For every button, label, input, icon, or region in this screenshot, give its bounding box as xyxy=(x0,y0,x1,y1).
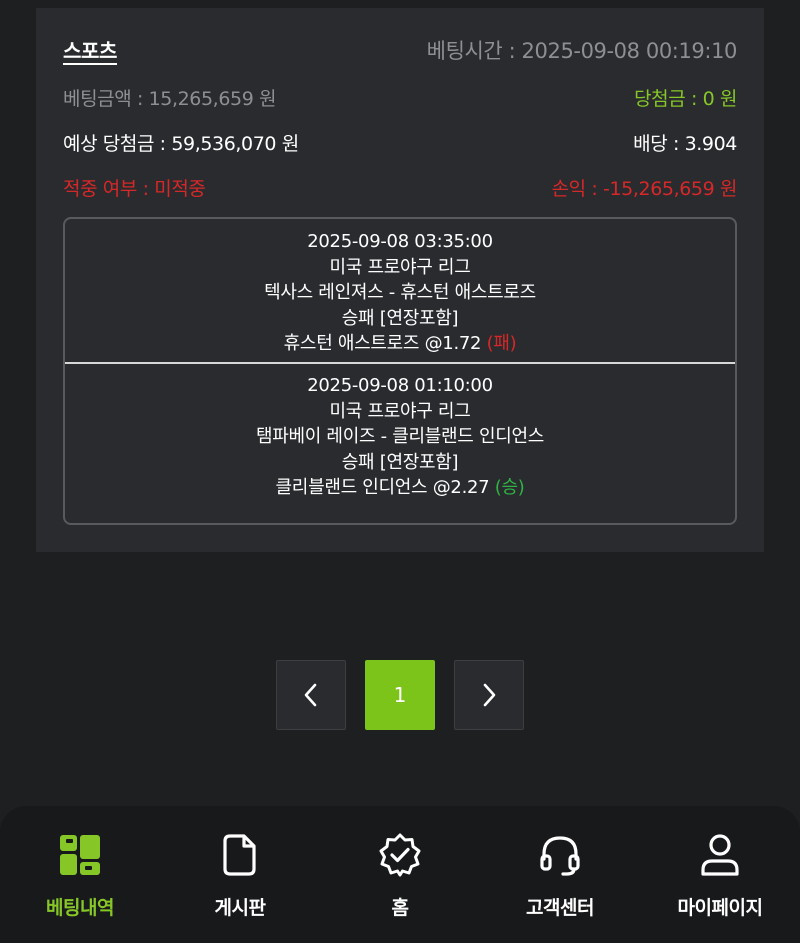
chevron-right-icon xyxy=(483,683,496,707)
match-result: (승) xyxy=(494,477,525,498)
match-league: 미국 프로야구 리그 xyxy=(329,256,471,278)
nav-label: 고객센터 xyxy=(526,897,594,919)
nav-home[interactable]: 홈 xyxy=(320,806,480,943)
bet-amount: 베팅금액 : 15,265,659 원 xyxy=(63,88,277,110)
odds: 배당 : 3.904 xyxy=(633,133,737,155)
nav-bet-history[interactable]: 베팅내역 xyxy=(0,806,160,943)
match-item: 2025-09-08 01:10:00 미국 프로야구 리그 탬파베이 레이즈 … xyxy=(65,364,735,501)
bottom-navigation: 베팅내역 게시판 홈 고객센터 마이페이지 xyxy=(0,806,800,943)
match-market: 승패 [연장포함] xyxy=(341,307,459,329)
nav-customer-center[interactable]: 고객센터 xyxy=(480,806,640,943)
match-datetime: 2025-09-08 03:35:00 xyxy=(307,231,493,252)
match-item: 2025-09-08 03:35:00 미국 프로야구 리그 텍사스 레인져스 … xyxy=(65,219,735,362)
expected-row: 예상 당첨금 : 59,536,070 원 배당 : 3.904 xyxy=(63,129,737,156)
bet-card: 스포츠 베팅시간 : 2025-09-08 00:19:10 베팅금액 : 15… xyxy=(36,8,764,552)
match-result: (패) xyxy=(486,333,517,354)
nav-label: 홈 xyxy=(391,897,409,919)
match-teams: 텍사스 레인져스 - 휴스턴 애스트로즈 xyxy=(264,282,536,303)
match-pick: 클리블랜드 인디언스 @2.27 xyxy=(275,477,495,498)
nav-label: 마이페이지 xyxy=(677,897,763,919)
bet-history-icon xyxy=(57,832,103,878)
bet-amount-row: 베팅금액 : 15,265,659 원 당첨금 : 0 원 xyxy=(63,84,737,111)
headset-icon xyxy=(537,832,583,878)
nav-label: 베팅내역 xyxy=(46,897,114,919)
match-pick-line: 클리블랜드 인디언스 @2.27 (승) xyxy=(65,475,735,501)
prev-page-button[interactable] xyxy=(276,660,346,730)
status-row: 적중 여부 : 미적중 손익 : -15,265,659 원 xyxy=(63,174,737,201)
match-teams: 탬파베이 레이즈 - 클리블랜드 인디언스 xyxy=(255,426,545,447)
nav-label: 게시판 xyxy=(214,897,266,919)
match-market: 승패 [연장포함] xyxy=(341,451,459,473)
user-icon xyxy=(697,832,743,878)
bet-category[interactable]: 스포츠 xyxy=(63,35,117,64)
next-page-button[interactable] xyxy=(454,660,524,730)
match-datetime: 2025-09-08 01:10:00 xyxy=(307,375,493,396)
hit-status: 적중 여부 : 미적중 xyxy=(63,178,206,200)
win-amount: 당첨금 : 0 원 xyxy=(634,88,737,110)
bet-time: 베팅시간 : 2025-09-08 00:19:10 xyxy=(426,39,738,63)
document-icon xyxy=(217,832,263,878)
chevron-left-icon xyxy=(304,683,317,707)
page-button-current[interactable]: 1 xyxy=(365,660,435,730)
badge-check-icon xyxy=(377,832,423,878)
match-list: 2025-09-08 03:35:00 미국 프로야구 리그 텍사스 레인져스 … xyxy=(63,217,737,525)
profit: 손익 : -15,265,659 원 xyxy=(551,178,738,200)
nav-mypage[interactable]: 마이페이지 xyxy=(640,806,800,943)
bet-header-row: 스포츠 베팅시간 : 2025-09-08 00:19:10 xyxy=(63,35,737,65)
pagination: 1 xyxy=(276,660,524,730)
nav-board[interactable]: 게시판 xyxy=(160,806,320,943)
match-pick: 휴스턴 애스트로즈 @1.72 xyxy=(283,333,487,354)
expected-win: 예상 당첨금 : 59,536,070 원 xyxy=(63,133,299,155)
match-pick-line: 휴스턴 애스트로즈 @1.72 (패) xyxy=(65,331,735,357)
match-league: 미국 프로야구 리그 xyxy=(329,400,471,422)
